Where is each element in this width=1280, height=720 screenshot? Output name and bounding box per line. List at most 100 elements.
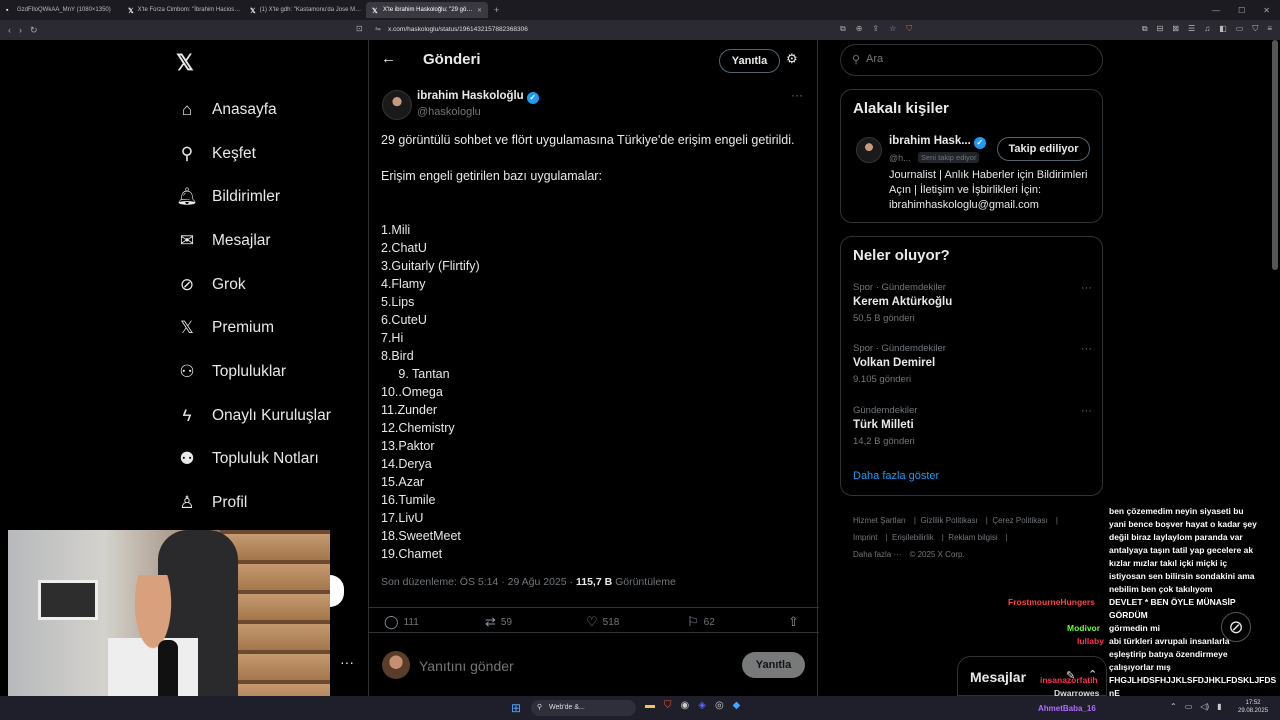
search-input[interactable] xyxy=(866,53,1086,65)
chevron-up-icon[interactable]: ⌃ xyxy=(1170,702,1177,711)
new-tab-icon[interactable]: + xyxy=(494,5,499,15)
more-options-icon[interactable]: ··· xyxy=(1081,405,1092,417)
extension-icon[interactable]: ⊠ xyxy=(1172,24,1179,34)
browser-tab-3[interactable]: 𝕏 (1) X'te gdh: "Kastamonu'da Jose M… xyxy=(244,2,366,18)
menu-icon[interactable]: ≡ xyxy=(1267,24,1272,34)
minimize-icon[interactable]: — xyxy=(1212,6,1220,15)
send-reply-button[interactable]: Yanıtla xyxy=(742,652,805,678)
extension-icon[interactable]: ⧉ xyxy=(1142,24,1148,34)
footer-link[interactable]: Çerez Politikası xyxy=(992,516,1048,525)
post-actions: ◯ 111 ⇄ 59 ♡ 518 ⚐ 62 ⇧ xyxy=(369,607,819,633)
taskbar-search[interactable]: ⚲ Web'de &... xyxy=(531,700,636,716)
show-more-link[interactable]: Daha fazla göster xyxy=(853,470,939,482)
trend-item[interactable]: Spor · Gündemdekiler Volkan Demirel 9.10… xyxy=(853,343,1093,385)
footer-link[interactable]: Hizmet Şartları xyxy=(853,516,906,525)
site-info-icon[interactable]: ⇋ xyxy=(375,25,381,33)
zoom-icon[interactable]: ⊕ xyxy=(856,24,863,34)
back-icon[interactable]: ‹ xyxy=(8,25,11,36)
sidebar-item-grok[interactable]: ⊘ Grok xyxy=(176,263,331,307)
tab-label: (1) X'te gdh: "Kastamonu'da Jose M… xyxy=(259,7,362,13)
sidebar-item-verified-orgs[interactable]: ϟ Onaylı Kuruluşlar xyxy=(176,394,331,438)
vpn-icon[interactable]: ⛉ xyxy=(1252,24,1258,34)
more-options-icon[interactable]: ··· xyxy=(1081,282,1092,294)
taskbar: AhmetBaba_16 ⊞ ⚲ Web'de &... ▬ ⛉ ◉ ◈ ◎ ◆ … xyxy=(0,696,1280,720)
app-icon[interactable]: ◉ xyxy=(681,700,690,711)
footer-link[interactable]: Gizlilik Politikası xyxy=(920,516,977,525)
trend-item[interactable]: Gündemdekiler Türk Milleti 14,2 B gönder… xyxy=(853,405,1093,447)
sidebar-item-premium[interactable]: 𝕏 Premium xyxy=(176,306,331,350)
related-people-panel: Alakalı kişiler ibrahim Hask... ✓ @h... S… xyxy=(840,89,1103,223)
footer-more-link[interactable]: Daha fazla ··· xyxy=(853,550,901,559)
bookmark-icon[interactable]: ⊡ xyxy=(356,24,363,33)
reply-icon: ◯ xyxy=(384,614,399,629)
share-icon[interactable]: ⇪ xyxy=(872,24,879,34)
bell-icon: 🔔︎ xyxy=(176,187,198,207)
browser-tab-4[interactable]: 𝕏 X'te ibrahim Haskoloğlu: "29 gö… ✕ xyxy=(366,2,488,18)
post-button[interactable] xyxy=(330,575,344,607)
back-arrow-icon[interactable]: ← xyxy=(381,50,396,67)
bookmark-action[interactable]: ⚐ 62 xyxy=(687,614,715,630)
sidebar-item-profile[interactable]: ♙ Profil xyxy=(176,481,331,525)
sidebar-item-notifications[interactable]: 🔔︎ Bildirimler xyxy=(176,175,331,219)
x-logo-icon[interactable]: 𝕏 xyxy=(176,50,194,76)
browser-tab-1[interactable]: ▪ GzdFIloQWkAA_MnY (1080×1350) xyxy=(0,2,122,18)
maximize-icon[interactable]: ☐ xyxy=(1238,6,1245,15)
network-icon[interactable]: ▭ xyxy=(1185,702,1193,711)
brave-shield-icon[interactable]: ⛉ xyxy=(906,24,912,34)
related-name[interactable]: ibrahim Hask... ✓ xyxy=(889,135,986,149)
discord-icon[interactable]: ◈ xyxy=(698,700,706,711)
trends-panel: Neler oluyor? Spor · Gündemdekiler Kerem… xyxy=(840,236,1103,496)
reply-button[interactable]: Yanıtla xyxy=(719,49,780,73)
close-icon[interactable]: ✕ xyxy=(477,7,482,14)
app-icon[interactable]: ◆ xyxy=(733,700,741,711)
windows-start-icon[interactable]: ⊞ xyxy=(511,701,521,715)
sidebar-item-communities[interactable]: ⚇ Topluluklar xyxy=(176,350,331,394)
sidebar-item-messages[interactable]: ✉ Mesajlar xyxy=(176,219,331,263)
related-handle[interactable]: @h... xyxy=(889,153,911,163)
more-icon[interactable]: ··· xyxy=(340,654,354,670)
sidebar-icon[interactable]: ◧ xyxy=(1219,24,1227,34)
footer-link[interactable]: Reklam bilgisi xyxy=(948,533,997,542)
reply-action[interactable]: ◯ 111 xyxy=(384,614,419,630)
reply-input[interactable] xyxy=(419,658,719,674)
more-options-icon[interactable]: ··· xyxy=(791,88,803,102)
share-action[interactable]: ⇧ xyxy=(788,614,799,630)
brave-icon[interactable]: ⛉ xyxy=(664,700,672,711)
extension-icon[interactable]: ⊟ xyxy=(1157,24,1164,34)
forward-icon[interactable]: › xyxy=(19,25,22,36)
following-button[interactable]: Takip ediliyor xyxy=(997,137,1090,161)
extension-icon[interactable]: ☰ xyxy=(1188,24,1195,34)
page-scrollbar[interactable] xyxy=(1272,40,1278,270)
settings-sliders-icon[interactable]: ⚙ xyxy=(786,51,798,67)
footer-link[interactable]: Erişilebilirlik xyxy=(892,533,934,542)
app-icon[interactable]: ◎ xyxy=(715,700,724,711)
reload-icon[interactable]: ↻ xyxy=(30,25,38,36)
footer-link[interactable]: Imprint xyxy=(853,533,877,542)
music-icon[interactable]: ♫ xyxy=(1204,24,1210,34)
sidebar-item-explore[interactable]: ⚲ Keşfet xyxy=(176,132,331,176)
star-icon[interactable]: ☆ xyxy=(889,24,896,34)
like-action[interactable]: ♡ 518 xyxy=(586,614,619,630)
author-avatar[interactable] xyxy=(382,90,412,120)
wallet-icon[interactable]: ▭ xyxy=(1236,24,1244,34)
post-header: ← Gönderi Yanıtla ⚙ xyxy=(369,40,819,80)
url-field[interactable]: x.com/haskologlu/status/1961432157882368… xyxy=(388,26,528,33)
file-explorer-icon[interactable]: ▬ xyxy=(645,700,655,711)
browser-tab-2[interactable]: 𝕏 X'te Forza Cimbom: "İbrahim Hacios… xyxy=(122,2,244,18)
translate-icon[interactable]: ⧉ xyxy=(840,24,846,34)
related-avatar[interactable] xyxy=(856,137,882,163)
close-window-icon[interactable]: ✕ xyxy=(1263,6,1270,15)
sidebar-item-community-notes[interactable]: ⚉ Topluluk Notları xyxy=(176,438,331,482)
volume-icon[interactable]: ◁) xyxy=(1200,702,1209,711)
more-options-icon[interactable]: ··· xyxy=(1081,343,1092,355)
author-handle[interactable]: @haskologlu xyxy=(417,106,481,118)
address-bar: ‹ › ↻ ⊡ ⇋ x.com/haskologlu/status/196143… xyxy=(0,20,1280,40)
repost-action[interactable]: ⇄ 59 xyxy=(485,614,512,630)
grok-button[interactable]: ⊘ xyxy=(1221,612,1251,642)
trend-item[interactable]: Spor · Gündemdekiler Kerem Aktürkoğlu 50… xyxy=(853,282,1093,324)
author-name[interactable]: ibrahim Haskoloğlu ✓ xyxy=(417,90,539,104)
sidebar-item-home[interactable]: ⌂ Anasayfa xyxy=(176,88,331,132)
view-count: 115,7 B xyxy=(575,576,613,588)
clock[interactable]: 17:52 29.08.2025 xyxy=(1238,699,1268,715)
battery-icon[interactable]: ▮ xyxy=(1217,702,1221,711)
